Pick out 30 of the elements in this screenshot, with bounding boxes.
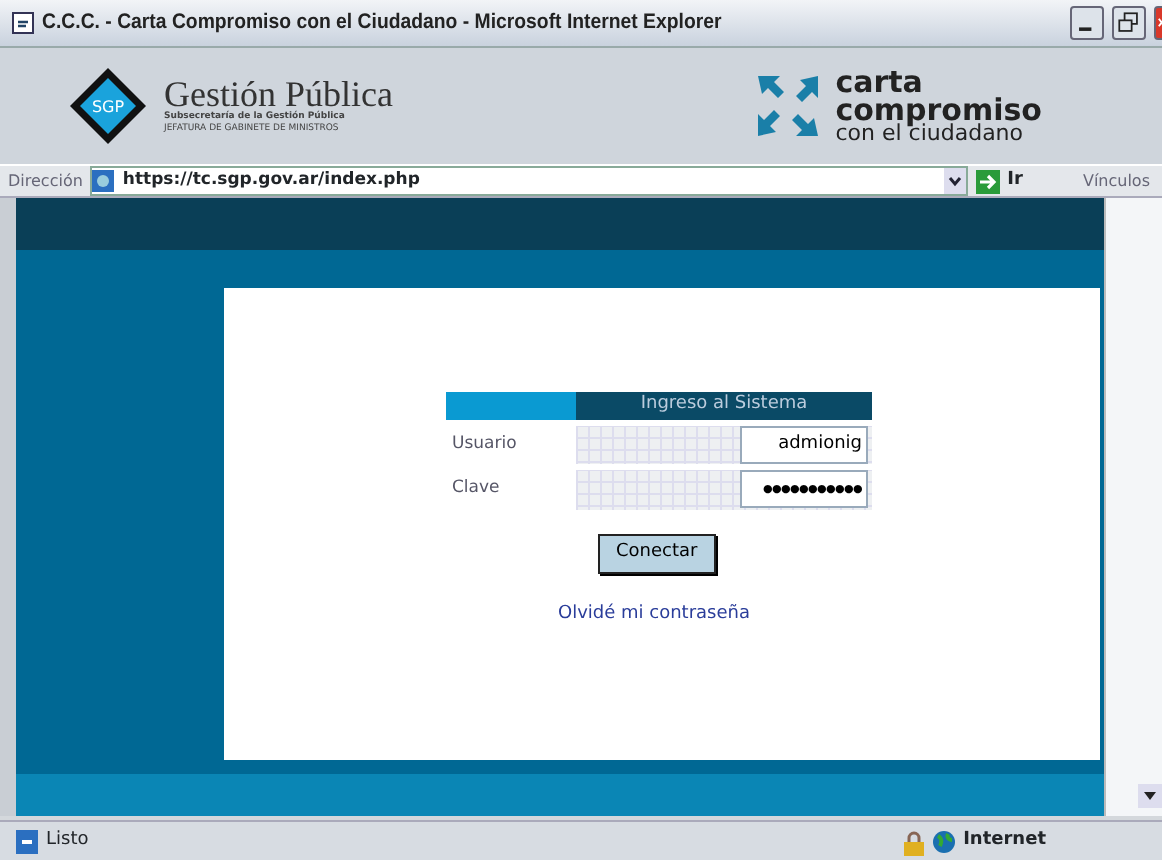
logo-text: carta bbox=[835, 67, 923, 96]
zone-text: Internet bbox=[963, 828, 1046, 855]
field-label: Usuario bbox=[446, 422, 576, 466]
organization-name: Gestión Pública bbox=[164, 76, 393, 113]
scroll-down-icon[interactable] bbox=[1138, 784, 1162, 808]
go-arrow-icon[interactable] bbox=[975, 169, 1000, 193]
header-cell bbox=[446, 392, 576, 422]
page-icon bbox=[92, 170, 115, 192]
page-icon bbox=[16, 830, 38, 854]
address-label: Dirección bbox=[8, 169, 83, 193]
address-field[interactable]: https://tc.sgp.gov.ar/index.php bbox=[90, 166, 968, 196]
go-button[interactable]: Ir bbox=[1007, 167, 1023, 195]
forgot-password-link[interactable]: Olvidé mi contraseña bbox=[558, 601, 750, 628]
dropdown-icon[interactable] bbox=[943, 168, 966, 194]
logo-text: con el ciudadano bbox=[835, 124, 1024, 145]
links-label[interactable]: Vínculos bbox=[1082, 169, 1150, 193]
arrows-logo-icon bbox=[755, 74, 820, 138]
browser-icon bbox=[12, 12, 34, 34]
logo-badge-text: SGP bbox=[91, 98, 125, 116]
window-title: C.C.C. - Carta Compromiso con el Ciudadano - Microsoft Internet Explorer bbox=[42, 7, 724, 38]
restore-icon[interactable] bbox=[1112, 6, 1146, 40]
login-title: Ingreso al Sistema bbox=[576, 392, 872, 422]
connect-button[interactable]: Conectar bbox=[598, 534, 716, 573]
globe-icon bbox=[931, 830, 956, 854]
logo-text: compromiso bbox=[835, 95, 1042, 125]
status-text: Listo bbox=[46, 828, 91, 855]
username-field[interactable]: admionig bbox=[740, 425, 868, 463]
padlock-icon bbox=[903, 829, 924, 855]
field-label: Clave bbox=[446, 466, 576, 510]
minimize-icon[interactable] bbox=[1070, 6, 1104, 40]
